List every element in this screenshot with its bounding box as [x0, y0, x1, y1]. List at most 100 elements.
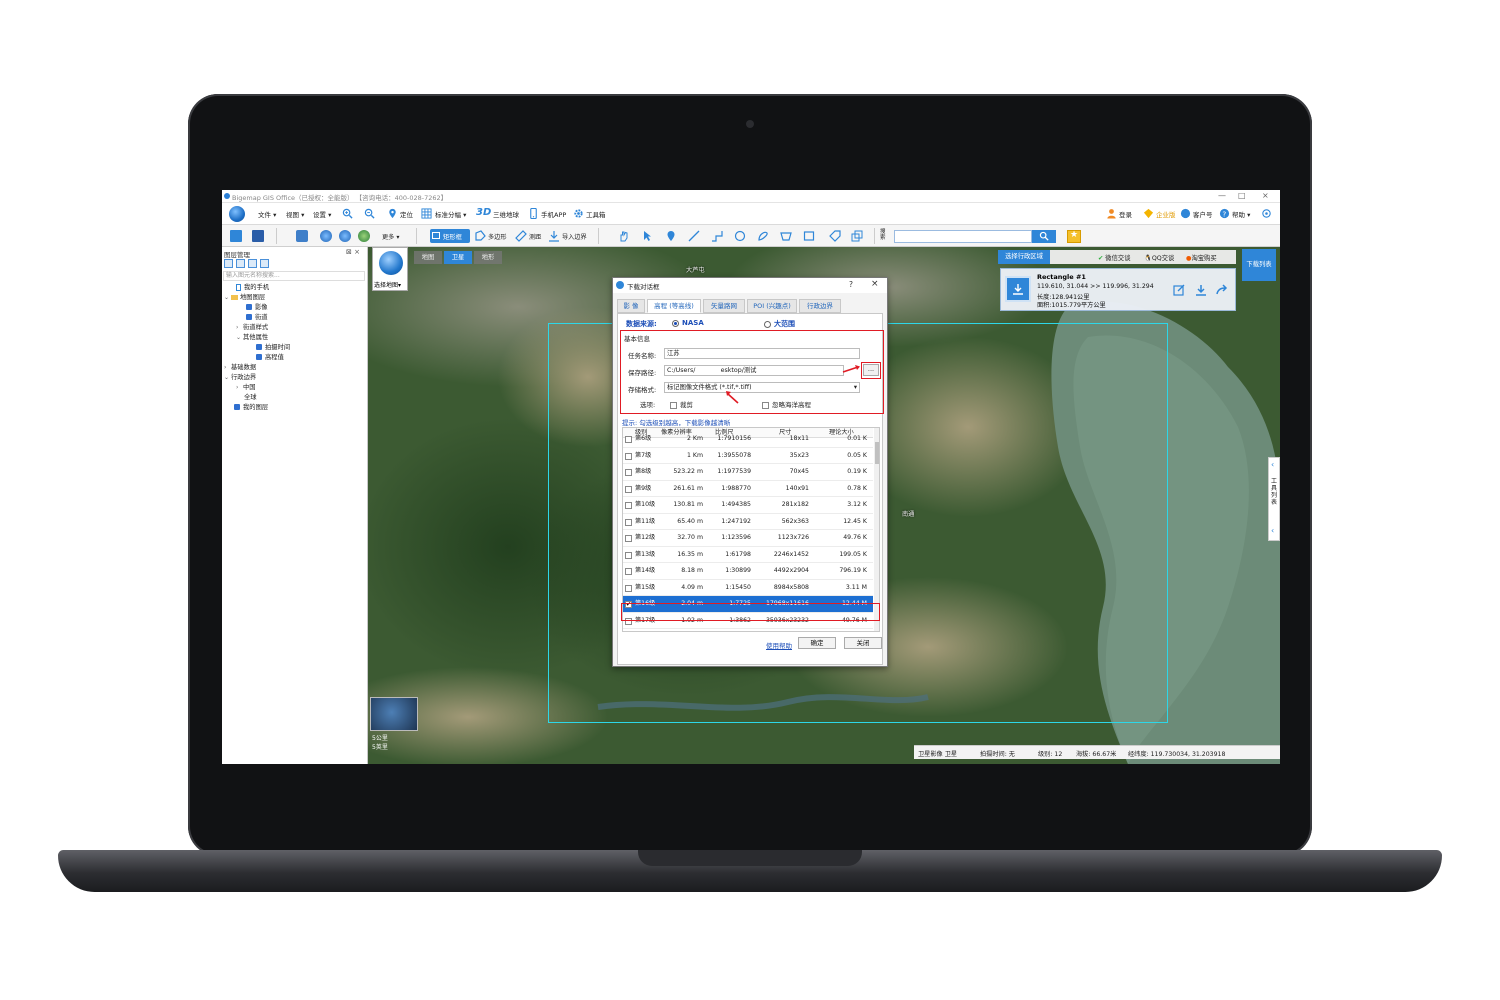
add-layer-icon[interactable] — [236, 259, 245, 268]
line-icon[interactable] — [688, 230, 700, 242]
menu-view[interactable]: 视图 ▾ — [286, 209, 304, 219]
tree-item-other-props[interactable]: ⌄ 其他属性 — [236, 333, 268, 343]
close-button[interactable]: 关闭 — [844, 637, 882, 649]
tree-item-elevation[interactable]: 高程值 — [256, 353, 284, 363]
tab-admin-boundary[interactable]: 行政边界 — [799, 299, 841, 313]
task-name-input[interactable]: 江苏 — [664, 348, 860, 359]
browse-button[interactable]: ... — [863, 364, 879, 376]
table-row[interactable]: 第8级 523.22 m 1:1977539 70x45 0.19 K — [623, 464, 873, 481]
circle-icon[interactable] — [734, 230, 746, 242]
zoom-out-icon[interactable] — [364, 208, 375, 219]
format-select[interactable]: 标记图像文件格式 (*.tif,*.tiff) ▾ — [664, 382, 860, 393]
menu-mobile-app[interactable]: 手机APP — [541, 209, 566, 219]
tree-item-global[interactable]: 全球 — [244, 393, 257, 403]
tree-item-map-layers[interactable]: ⌄ 地图图层 — [224, 293, 265, 303]
map-type-picker[interactable]: 选择地图▾ — [372, 247, 408, 291]
search-button[interactable] — [1032, 230, 1056, 243]
polyline-icon[interactable] — [711, 230, 723, 242]
checkbox-checked[interactable] — [256, 344, 262, 350]
rectangle-tool-button[interactable]: 矩形框 — [430, 229, 470, 243]
close-icon[interactable]: × — [1262, 191, 1269, 200]
earth-icon[interactable] — [358, 230, 370, 242]
freehand-icon[interactable] — [757, 230, 769, 242]
layers-stack-icon[interactable] — [851, 230, 863, 242]
download-arrow-icon[interactable] — [1005, 276, 1031, 302]
tree-item-admin-boundary[interactable]: ⌄ 行政边界 — [224, 373, 256, 383]
checkbox-unchecked[interactable] — [625, 568, 632, 575]
download-list-button[interactable]: 下载列表 — [1242, 249, 1276, 281]
scrollbar-thumb[interactable] — [875, 442, 879, 464]
dialog-close-icon[interactable]: × — [871, 279, 879, 289]
square-icon[interactable] — [803, 230, 815, 242]
app-logo[interactable] — [229, 206, 245, 222]
enterprise-link[interactable]: 企业版 — [1156, 209, 1176, 219]
zoom-in-icon[interactable] — [342, 208, 353, 219]
checkbox-unchecked[interactable] — [625, 518, 632, 526]
table-row[interactable]: 第9级 261.61 m 1:988770 140x91 0.78 K — [623, 481, 873, 497]
tab-imagery[interactable]: 影 像 — [617, 299, 645, 313]
checkbox-checked[interactable] — [256, 354, 262, 360]
menu-standard-grid[interactable]: 标准分幅 ▾ — [435, 209, 466, 219]
marker-icon[interactable] — [665, 230, 677, 242]
map-tab-satellite[interactable]: 卫星 — [444, 251, 472, 264]
pointer-icon[interactable] — [641, 230, 653, 242]
globe-2-icon[interactable] — [339, 230, 351, 242]
polygon-tool-button[interactable]: 多边形 — [488, 232, 507, 241]
tree-item-capture-time[interactable]: 拍摄时间 — [256, 343, 290, 353]
source-large-radio[interactable]: 大范围 — [764, 319, 795, 329]
menu-3d-globe[interactable]: 三维地球 — [493, 209, 519, 219]
map-tab-map[interactable]: 地图 — [414, 251, 442, 264]
overview-minimap[interactable] — [370, 697, 418, 731]
table-row[interactable]: 第12级 32.70 m 1:123596 1123x726 49.76 K — [623, 530, 873, 547]
panel-close-icon[interactable]: ⊠ × — [346, 248, 360, 256]
tree-item-my-layers[interactable]: 我的图层 — [234, 403, 268, 413]
share-icon[interactable] — [1216, 284, 1228, 296]
help-menu[interactable]: 帮助 ▾ — [1232, 209, 1250, 219]
download-icon[interactable] — [1195, 284, 1207, 296]
checkbox-unchecked[interactable] — [625, 502, 632, 509]
tab-elevation[interactable]: 高程 (等高线) — [647, 299, 701, 313]
checkbox-unchecked[interactable] — [625, 452, 632, 460]
table-row[interactable]: 第10级 130.81 m 1:494385 281x182 3.12 K — [623, 497, 873, 514]
table-row[interactable]: 第7级 1 Km 1:3955078 35x23 0.05 K — [623, 448, 873, 464]
table-row[interactable]: 第15级 4.09 m 1:15450 8984x5808 3.11 M — [623, 580, 873, 596]
search-input[interactable] — [894, 230, 1032, 243]
clip-checkbox[interactable]: 裁剪 — [670, 399, 693, 409]
table-row[interactable]: 第11级 65.40 m 1:247192 562x363 12.45 K — [623, 514, 873, 530]
favorite-star-button[interactable]: ★ — [1067, 230, 1081, 243]
tree-item-basic-data[interactable]: › 基础数据 — [224, 363, 256, 373]
map-view[interactable]: 选择地图▾ 地图 卫星 地形 大芦屯 南通 5公里 5英里 选择行政区域 ✔ 微… — [368, 247, 1280, 764]
checkbox-unchecked[interactable] — [625, 485, 632, 493]
table-row[interactable]: 第14级 8.18 m 1:30899 4492x2904 796.19 K — [623, 563, 873, 580]
minimize-icon[interactable]: — — [1218, 191, 1226, 200]
login-link[interactable]: 登录 — [1119, 209, 1132, 219]
checkbox-unchecked[interactable] — [625, 584, 632, 592]
maximize-icon[interactable]: □ — [1238, 191, 1246, 200]
find-icon[interactable] — [260, 259, 269, 268]
select-admin-region-button[interactable]: 选择行政区域 — [998, 250, 1050, 264]
ignore-sea-checkbox[interactable]: 忽略海洋高程 — [762, 399, 811, 409]
checkbox-checked[interactable] — [246, 314, 252, 320]
open-icon[interactable] — [230, 230, 242, 242]
layer-search-input[interactable]: 输入图元名称搜索... — [223, 271, 365, 281]
layers-icon[interactable] — [296, 230, 308, 242]
taobao-link[interactable]: ●淘宝购买 — [1186, 253, 1217, 262]
map-tab-terrain[interactable]: 地形 — [474, 251, 502, 264]
pan-hand-icon[interactable] — [618, 230, 630, 242]
checkbox-unchecked[interactable] — [625, 535, 632, 542]
more-button[interactable]: 更多 ▾ — [382, 232, 399, 241]
checkbox-unchecked[interactable] — [625, 551, 632, 559]
tree-item-my-phone[interactable]: 我的手机 — [236, 283, 269, 293]
source-nasa-radio[interactable]: NASA — [672, 319, 704, 327]
shape-icon[interactable] — [780, 230, 792, 242]
wechat-link[interactable]: ✔ 微信交谈 — [1098, 253, 1130, 262]
tool-list-panel[interactable]: ‹ 工具列表 ‹ — [1268, 457, 1280, 541]
save-path-input[interactable]: C:/Users/ esktop/测试 — [664, 365, 844, 376]
tab-vector-roads[interactable]: 矢量路网 — [703, 299, 745, 313]
dialog-help-icon[interactable]: ? — [849, 280, 853, 289]
add-folder-icon[interactable] — [224, 259, 233, 268]
checkbox-unchecked[interactable] — [625, 436, 632, 443]
checkbox-checked[interactable] — [234, 404, 240, 410]
tag-icon[interactable] — [829, 230, 841, 242]
help-link[interactable]: 使用帮助 — [766, 640, 792, 650]
